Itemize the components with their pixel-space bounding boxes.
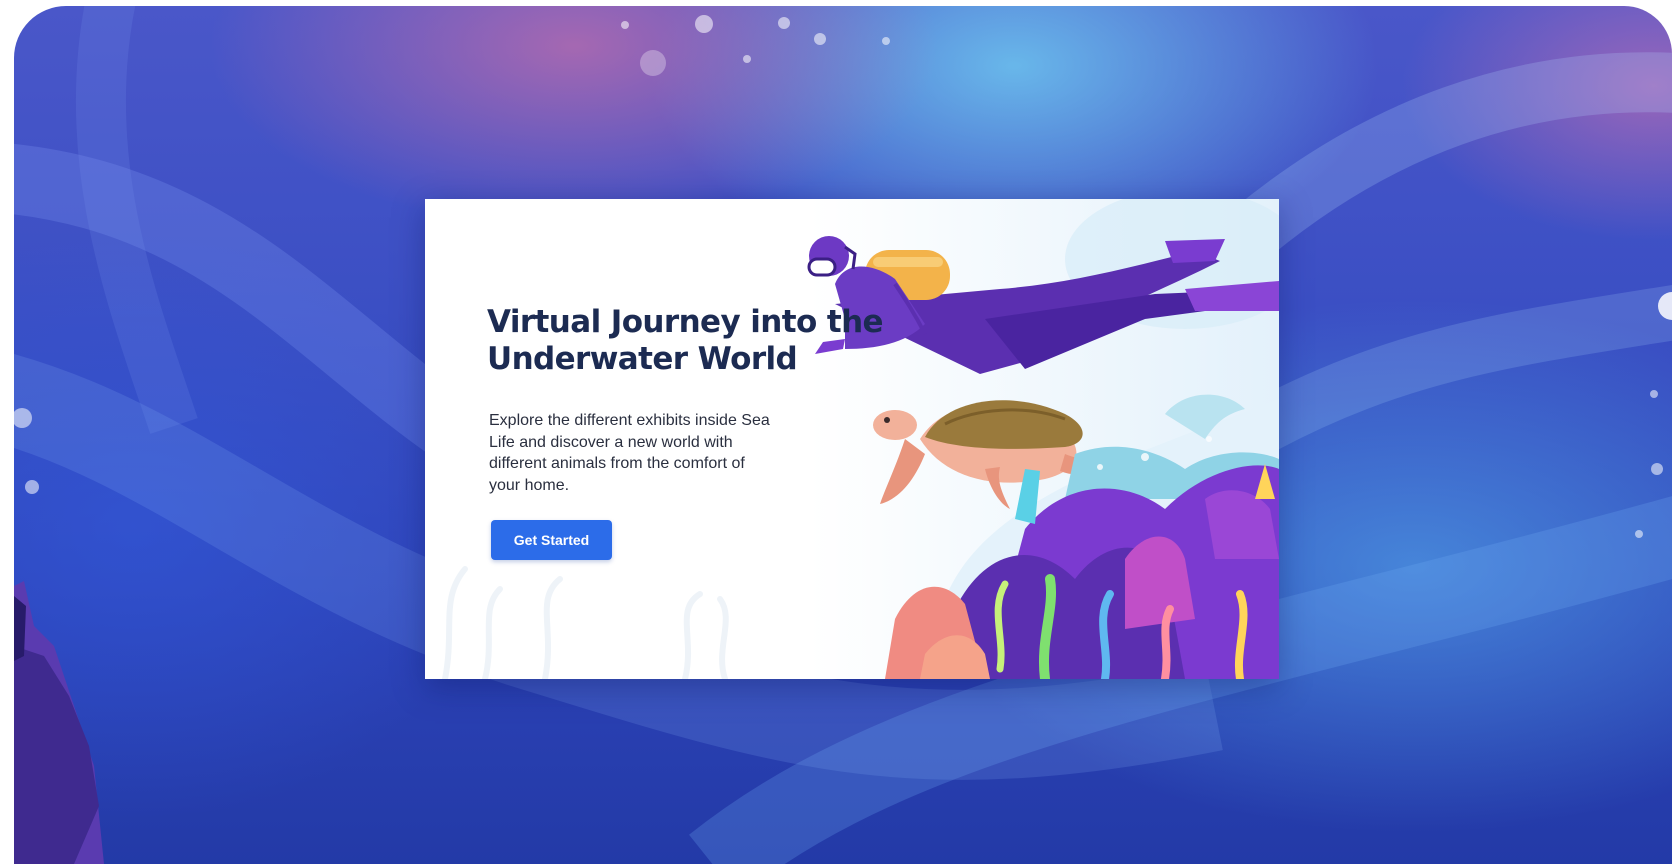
corner-coral-icon (14, 581, 104, 864)
hero-description: Explore the different exhibits inside Se… (489, 412, 770, 494)
hero-card: Virtual Journey into the Underwater Worl… (425, 199, 1279, 679)
hero-headline: Virtual Journey into the Underwater Worl… (487, 304, 884, 377)
get-started-button[interactable]: Get Started (491, 520, 612, 560)
